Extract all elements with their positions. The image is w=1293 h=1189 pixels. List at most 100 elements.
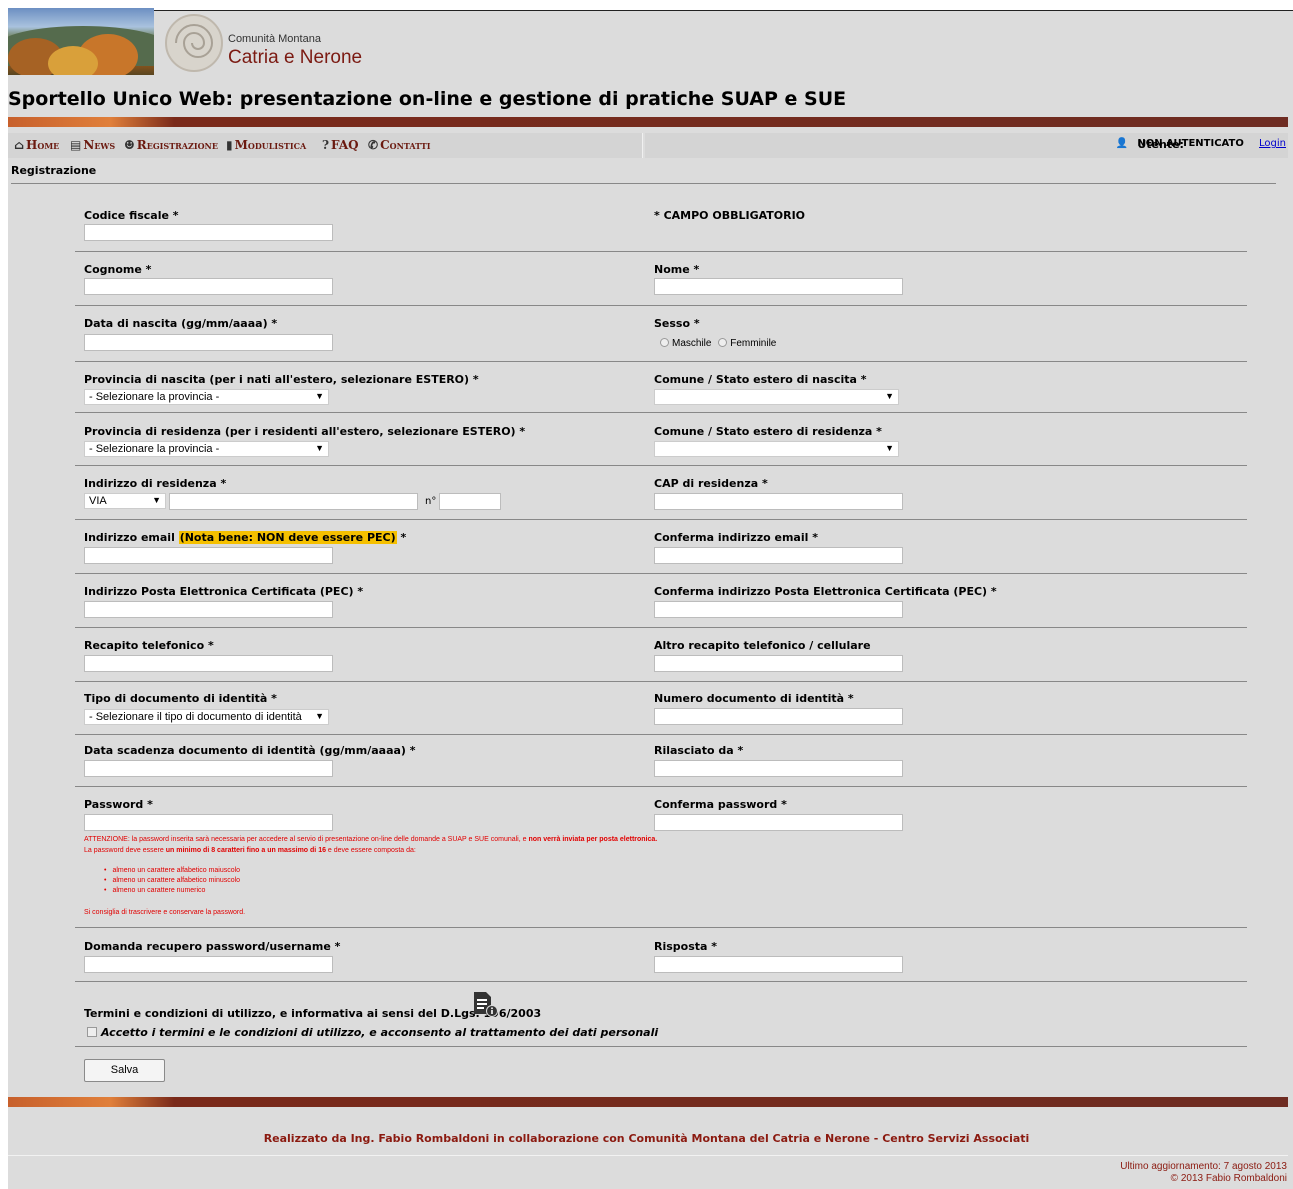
nav-modulistica[interactable]: ▮ Modulistica	[226, 138, 306, 152]
users-icon: ☻	[124, 138, 135, 152]
rilasciato-label: Rilasciato da *	[654, 744, 744, 757]
domanda-input[interactable]	[84, 956, 333, 973]
numero-documento-input[interactable]	[654, 708, 903, 725]
save-button[interactable]: Salva	[84, 1059, 165, 1082]
landscape-logo-image	[8, 8, 154, 75]
pec-input[interactable]	[84, 601, 333, 618]
nav-news[interactable]: ▤ News	[70, 138, 115, 152]
divider	[75, 412, 1247, 413]
nome-label: Nome *	[654, 263, 700, 276]
scadenza-documento-label: Data scadenza documento di identità (gg/…	[84, 744, 416, 757]
femminile-radio[interactable]	[718, 338, 728, 347]
page-title: Sportello Unico Web: presentazione on-li…	[8, 88, 847, 110]
provincia-residenza-select[interactable]: - Selezionare la provincia - ▼	[84, 441, 329, 457]
login-link[interactable]: Login	[1259, 138, 1286, 149]
conferma-pec-input[interactable]	[654, 601, 903, 618]
divider	[75, 361, 1247, 362]
required-note: * CAMPO OBBLIGATORIO	[654, 209, 806, 222]
divider	[75, 927, 1247, 928]
altro-telefono-input[interactable]	[654, 655, 903, 672]
indirizzo-label: Indirizzo di residenza *	[84, 477, 227, 490]
accept-terms-row: Accetto i termini e le condizioni di uti…	[87, 1026, 658, 1039]
divider	[75, 1046, 1247, 1047]
sesso-label: Sesso *	[654, 317, 700, 330]
divider	[75, 519, 1247, 520]
divider	[75, 251, 1247, 252]
comune-residenza-select[interactable]: ▼	[654, 441, 899, 457]
telefono-label: Recapito telefonico *	[84, 639, 214, 652]
conferma-email-label: Conferma indirizzo email *	[654, 531, 818, 544]
altro-telefono-label: Altro recapito telefonico / cellulare	[654, 639, 871, 652]
chevron-down-icon: ▼	[315, 443, 324, 453]
data-nascita-label: Data di nascita (gg/mm/aaaa) *	[84, 317, 278, 330]
rilasciato-input[interactable]	[654, 760, 903, 777]
nav-home[interactable]: ⌂ Home	[14, 138, 59, 152]
chevron-down-icon: ▼	[885, 391, 894, 401]
user-status: 👤 Utente: NON AUTENTICATO Login	[1115, 138, 1286, 151]
risposta-input[interactable]	[654, 956, 903, 973]
email-input[interactable]	[84, 547, 333, 564]
decorative-band	[8, 1097, 1288, 1107]
sesso-radio-group: Maschile Femminile	[660, 338, 776, 349]
cognome-input[interactable]	[84, 278, 333, 295]
footer-credit: Realizzato da Ing. Fabio Rombaldoni in c…	[263, 1132, 1030, 1145]
conferma-pec-label: Conferma indirizzo Posta Elettronica Cer…	[654, 585, 997, 598]
numero-civico-input[interactable]	[439, 493, 501, 510]
news-icon: ▤	[70, 138, 82, 152]
nav-faq[interactable]: ? FAQ	[322, 138, 359, 152]
divider	[11, 183, 1276, 184]
numero-label: n°	[425, 496, 437, 507]
main-nav: ⌂ Home ▤ News ☻ Registrazione ▮ Modulistica …	[8, 133, 1288, 158]
password-requirements: La password deve essere un minimo di 8 c…	[84, 847, 416, 854]
accept-terms-checkbox[interactable]	[87, 1027, 97, 1037]
divider	[75, 981, 1247, 982]
conferma-email-input[interactable]	[654, 547, 903, 564]
comune-residenza-label: Comune / Stato estero di residenza *	[654, 425, 882, 438]
nav-registrazione[interactable]: ☻ Registrazione	[124, 138, 218, 152]
data-nascita-input[interactable]	[84, 334, 333, 351]
phone-icon: ✆	[368, 138, 379, 152]
comune-nascita-select[interactable]: ▼	[654, 389, 899, 405]
nome-input[interactable]	[654, 278, 903, 295]
domanda-label: Domanda recupero password/username *	[84, 940, 341, 953]
telefono-input[interactable]	[84, 655, 333, 672]
breadcrumb: Registrazione	[11, 164, 97, 177]
org-big-name: Catria e Nerone	[228, 47, 363, 68]
provincia-residenza-label: Provincia di residenza (per i residenti …	[84, 425, 526, 438]
cap-input[interactable]	[654, 493, 903, 510]
comune-nascita-label: Comune / Stato estero di nascita *	[654, 373, 867, 386]
codice-fiscale-input[interactable]	[84, 224, 333, 241]
divider	[75, 305, 1247, 306]
pec-label: Indirizzo Posta Elettronica Certificata …	[84, 585, 364, 598]
user-bar: 👤 Utente: NON AUTENTICATO Login	[645, 133, 1288, 158]
provincia-nascita-label: Provincia di nascita (per i nati all'est…	[84, 373, 479, 386]
maschile-radio[interactable]	[660, 338, 669, 347]
scadenza-documento-input[interactable]	[84, 760, 333, 777]
divider	[75, 734, 1247, 735]
provincia-nascita-select[interactable]: - Selezionare la provincia - ▼	[84, 389, 329, 405]
org-small-name: Comunità Montana	[228, 33, 321, 45]
document-info-icon[interactable]	[472, 991, 498, 1017]
nav-menu: ⌂ Home ▤ News ☻ Registrazione ▮ Modulistica …	[8, 133, 643, 158]
divider	[8, 1155, 1288, 1156]
list-item: almeno un carattere alfabetico minuscolo	[104, 877, 240, 884]
password-rules-list: almeno un carattere alfabetico maiuscolo…	[84, 867, 240, 897]
list-item: almeno un carattere alfabetico maiuscolo	[104, 867, 240, 874]
divider	[75, 681, 1247, 682]
nav-contatti[interactable]: ✆ Contatti	[368, 138, 431, 152]
ammonite-logo-icon	[165, 14, 223, 72]
last-updated: Ultimo aggiornamento: 7 agosto 2013	[1120, 1161, 1287, 1172]
chevron-down-icon: ▼	[885, 443, 894, 453]
conferma-password-label: Conferma password *	[654, 798, 787, 811]
password-advice: Si consiglia di trascrivere e conservare…	[84, 909, 246, 916]
tipo-documento-select[interactable]: - Selezionare il tipo di documento di id…	[84, 709, 329, 725]
indirizzo-input[interactable]	[169, 493, 418, 510]
divider	[75, 786, 1247, 787]
chevron-down-icon: ▼	[152, 495, 161, 505]
conferma-password-input[interactable]	[654, 814, 903, 831]
password-input[interactable]	[84, 814, 333, 831]
via-type-select[interactable]: VIA ▼	[84, 493, 166, 509]
tipo-documento-label: Tipo di documento di identità *	[84, 692, 277, 705]
numero-documento-label: Numero documento di identità *	[654, 692, 854, 705]
divider	[75, 465, 1247, 466]
